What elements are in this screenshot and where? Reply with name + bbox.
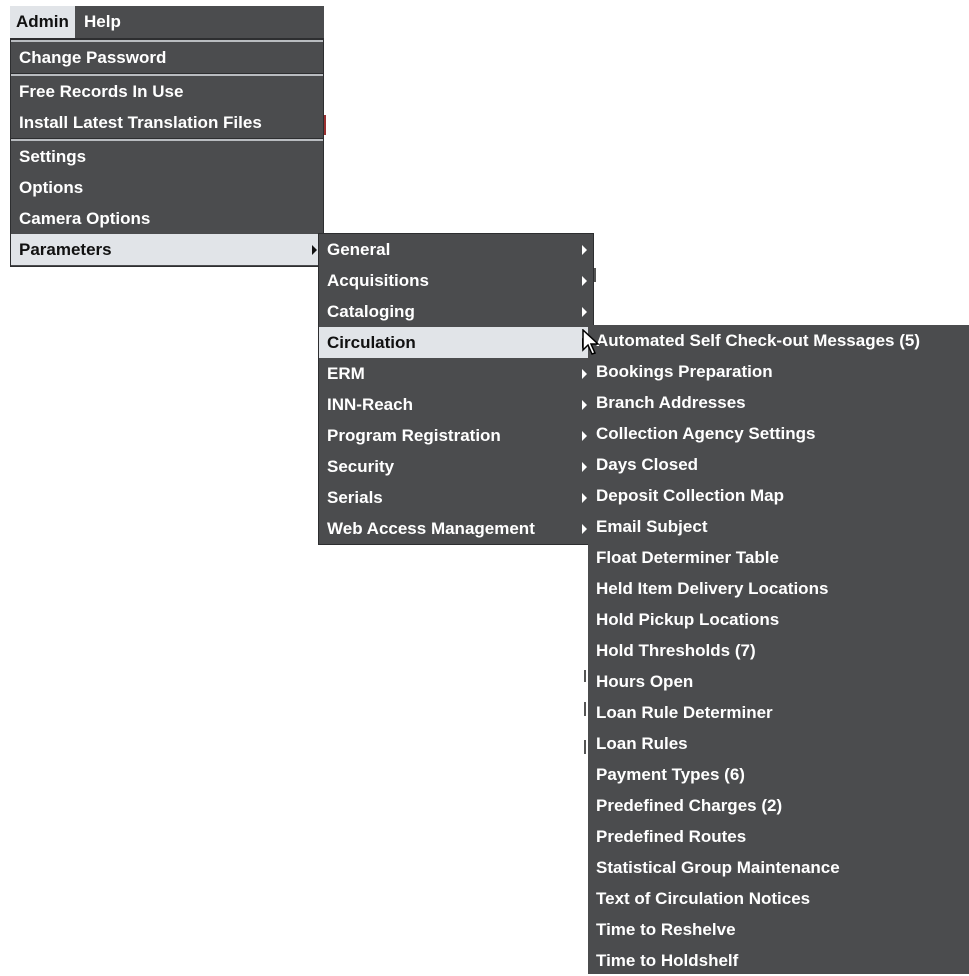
cataloging-label: Cataloging (327, 302, 415, 321)
circ-item-label: Collection Agency Settings (596, 424, 816, 443)
circ-item[interactable]: Loan Rules (588, 728, 969, 759)
circ-item[interactable]: Time to Reshelve (588, 914, 969, 945)
submenu-arrow-icon (582, 493, 587, 503)
circ-item-label: Deposit Collection Map (596, 486, 784, 505)
acquisitions-item[interactable]: Acquisitions (319, 265, 593, 296)
circulation-menu: Automated Self Check-out Messages (5) Bo… (588, 325, 969, 974)
submenu-arrow-icon (312, 245, 317, 255)
menu-bar: Admin Help (10, 6, 324, 38)
erm-item[interactable]: ERM (319, 358, 593, 389)
circ-item-label: Days Closed (596, 455, 699, 474)
general-label: General (327, 240, 391, 259)
submenu-arrow-icon (582, 524, 587, 534)
circ-item-label: Branch Addresses (596, 393, 746, 412)
acquisitions-label: Acquisitions (327, 271, 430, 290)
circ-item-label: Statistical Group Maintenance (596, 858, 840, 877)
circ-item[interactable]: Hold Pickup Locations (588, 604, 969, 635)
circ-item-label: Hold Thresholds (7) (596, 641, 756, 660)
general-item[interactable]: General (319, 234, 593, 265)
submenu-arrow-icon (582, 307, 587, 317)
mouse-pointer-icon (582, 329, 600, 355)
web-access-label: Web Access Management (327, 519, 535, 538)
circulation-item[interactable]: Circulation (319, 327, 593, 358)
circ-item[interactable]: Payment Types (6) (588, 759, 969, 790)
change-password-label: Change Password (19, 48, 167, 67)
circ-item[interactable]: Held Item Delivery Locations (588, 573, 969, 604)
web-access-item[interactable]: Web Access Management (319, 513, 593, 544)
inn-reach-label: INN-Reach (327, 395, 413, 414)
circ-item-label: Text of Circulation Notices (596, 889, 811, 908)
circulation-label: Circulation (327, 333, 416, 352)
circ-item[interactable]: Float Determiner Table (588, 542, 969, 573)
serials-item[interactable]: Serials (319, 482, 593, 513)
circ-item-label: Predefined Routes (596, 827, 747, 846)
circ-item[interactable]: Predefined Routes (588, 821, 969, 852)
circ-item-label: Bookings Preparation (596, 362, 773, 381)
submenu-arrow-icon (582, 245, 587, 255)
circ-item[interactable]: Branch Addresses (588, 387, 969, 418)
parameters-label: Parameters (19, 240, 112, 259)
change-password-item[interactable]: Change Password (11, 42, 323, 73)
submenu-arrow-icon (582, 462, 587, 472)
circ-item[interactable]: Collection Agency Settings (588, 418, 969, 449)
menu-help-label: Help (84, 12, 121, 31)
circ-item-label: Loan Rules (596, 734, 688, 753)
options-label: Options (19, 178, 84, 197)
submenu-arrow-icon (582, 431, 587, 441)
erm-label: ERM (327, 364, 365, 383)
circ-item[interactable]: Text of Circulation Notices (588, 883, 969, 914)
menu-admin[interactable]: Admin (10, 6, 75, 38)
free-records-label: Free Records In Use (19, 82, 184, 101)
circ-item-label: Float Determiner Table (596, 548, 779, 567)
circ-item-label: Hours Open (596, 672, 694, 691)
settings-label: Settings (19, 147, 87, 166)
circ-item[interactable]: Days Closed (588, 449, 969, 480)
install-translation-label: Install Latest Translation Files (19, 113, 262, 132)
menu-help[interactable]: Help (78, 6, 127, 38)
circ-item[interactable]: Loan Rule Determiner (588, 697, 969, 728)
circ-item[interactable]: Predefined Charges (2) (588, 790, 969, 821)
options-item[interactable]: Options (11, 172, 323, 203)
install-translation-item[interactable]: Install Latest Translation Files (11, 107, 323, 138)
program-registration-item[interactable]: Program Registration (319, 420, 593, 451)
circ-item[interactable]: Hold Thresholds (7) (588, 635, 969, 666)
parameters-item[interactable]: Parameters (11, 234, 323, 265)
circ-item-label: Loan Rule Determiner (596, 703, 773, 722)
circ-item-label: Time to Reshelve (596, 920, 736, 939)
submenu-arrow-icon (582, 276, 587, 286)
cataloging-item[interactable]: Cataloging (319, 296, 593, 327)
circ-item[interactable]: Bookings Preparation (588, 356, 969, 387)
inn-reach-item[interactable]: INN-Reach (319, 389, 593, 420)
circ-item[interactable]: Automated Self Check-out Messages (5) (588, 325, 969, 356)
settings-item[interactable]: Settings (11, 141, 323, 172)
circ-item[interactable]: Statistical Group Maintenance (588, 852, 969, 883)
circ-item[interactable]: Email Subject (588, 511, 969, 542)
security-item[interactable]: Security (319, 451, 593, 482)
camera-options-label: Camera Options (19, 209, 151, 228)
circ-item[interactable]: Time to Holdshelf (588, 945, 969, 976)
submenu-arrow-icon (582, 400, 587, 410)
security-label: Security (327, 457, 395, 476)
free-records-item[interactable]: Free Records In Use (11, 76, 323, 107)
circ-item[interactable]: Hours Open (588, 666, 969, 697)
circ-item-label: Automated Self Check-out Messages (5) (596, 331, 921, 350)
circ-item-label: Time to Holdshelf (596, 951, 739, 970)
admin-menu: Change Password Free Records In Use Inst… (10, 38, 324, 267)
circ-item-label: Payment Types (6) (596, 765, 745, 784)
camera-options-item[interactable]: Camera Options (11, 203, 323, 234)
circ-item[interactable]: Deposit Collection Map (588, 480, 969, 511)
submenu-arrow-icon (582, 369, 587, 379)
program-registration-label: Program Registration (327, 426, 501, 445)
circ-item-label: Hold Pickup Locations (596, 610, 780, 629)
serials-label: Serials (327, 488, 383, 507)
circ-item-label: Held Item Delivery Locations (596, 579, 829, 598)
circ-item-label: Email Subject (596, 517, 708, 536)
menu-admin-label: Admin (16, 12, 69, 31)
circ-item-label: Predefined Charges (2) (596, 796, 783, 815)
parameters-menu: General Acquisitions Cataloging Circulat… (318, 233, 594, 545)
